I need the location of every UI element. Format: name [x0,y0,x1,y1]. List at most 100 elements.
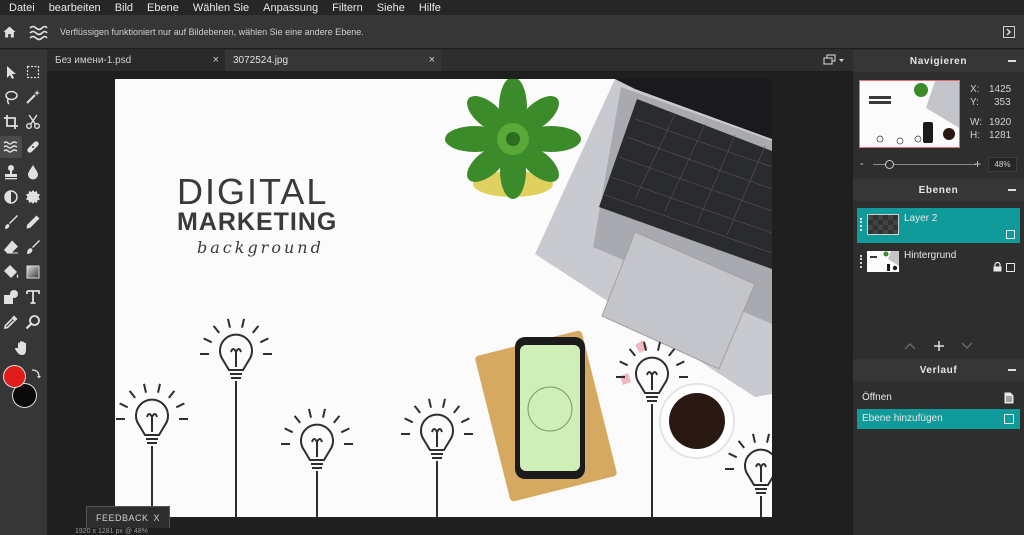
layer-visibility-checkbox[interactable] [1006,263,1015,272]
lock-icon[interactable] [993,262,1002,272]
window-mode-button[interactable] [823,54,844,66]
hand-icon [15,341,26,355]
home-button[interactable] [0,15,18,49]
menu-bild[interactable]: Bild [108,1,140,15]
eraser-icon [4,240,18,254]
menu-datei[interactable]: Datei [0,1,42,15]
history-item-open[interactable]: Öffnen [857,388,1020,408]
minimize-icon[interactable] [1008,60,1016,62]
liquify-tool[interactable] [0,136,22,158]
menu-waehlen-sie[interactable]: Wählen Sie [186,1,256,15]
lasso-tool[interactable] [0,86,22,108]
zoom-slider-thumb[interactable] [884,160,894,169]
move-layer-down-icon[interactable] [961,342,973,350]
history-header[interactable]: Verlauf [853,359,1024,381]
feedback-button[interactable]: FEEDBACK X [86,506,170,528]
collapse-panels-button[interactable] [1003,26,1015,38]
layer-thumbnail [867,251,899,272]
healing-tool[interactable] [22,136,44,158]
drop-icon [28,165,38,180]
color-brush-icon [27,240,40,254]
zoom-input[interactable]: 48% [988,157,1017,172]
light-bulb-doodle [116,383,188,517]
layer-square-icon [1004,414,1014,424]
layers-header[interactable]: Ebenen [853,179,1024,201]
liquify-icon [3,141,18,153]
layers-title: Ebenen [918,184,959,196]
shape-tool[interactable] [0,286,22,308]
minimize-icon[interactable] [1008,369,1016,371]
nav-x-label: X: [970,84,980,95]
menu-ebene[interactable]: Ebene [140,1,186,15]
light-bulb-doodle [200,318,272,517]
menu-hilfe[interactable]: Hilfe [412,1,448,15]
close-tab-icon[interactable]: × [429,54,435,66]
minimize-icon[interactable] [1008,189,1016,191]
magic-wand-tool[interactable] [22,86,44,108]
tab-document-psd[interactable]: Без имени-1.psd × [47,50,225,71]
eyedropper-tool[interactable] [0,311,22,333]
drag-handle-icon[interactable] [860,218,862,231]
light-bulb-doodle [281,408,353,517]
marquee-icon [26,65,40,79]
layer-actions [853,337,1024,355]
pencil-tool[interactable] [22,211,44,233]
layer-row-hintergrund[interactable]: Hintergrund [857,245,1020,280]
gradient-icon [26,265,40,279]
tab-document-jpg[interactable]: 3072524.jpg × [225,50,441,71]
text-icon [26,290,40,304]
foreground-color-swatch[interactable] [3,365,26,388]
options-message: Verflüssigen funktioniert nur auf Bildeb… [60,27,364,37]
clone-stamp-tool[interactable] [0,161,22,183]
swap-colors-icon[interactable] [29,368,41,380]
menu-anpassung[interactable]: Anpassung [256,1,325,15]
nav-h-value: 1281 [989,130,1012,141]
dodge-tool[interactable] [0,186,22,208]
history-item-add-layer[interactable]: Ebene hinzufügen [857,409,1020,429]
nav-h-label: H: [970,130,980,141]
hand-tool[interactable] [11,337,33,359]
navigator-thumbnail[interactable] [859,80,960,148]
menu-bar: Datei bearbeiten Bild Ebene Wählen Sie A… [0,0,1024,15]
navigator-title: Navigieren [909,55,968,67]
sponge-tool[interactable] [22,186,44,208]
add-layer-icon[interactable] [933,340,945,352]
zoom-tool[interactable] [22,311,44,333]
marquee-tool[interactable] [22,61,44,83]
menu-siehe[interactable]: Siehe [370,1,412,15]
replace-color-tool[interactable] [22,236,44,258]
move-tool[interactable] [0,61,22,83]
zoom-out-button[interactable]: - [860,158,864,170]
layer-visibility-checkbox[interactable] [1006,230,1015,239]
brush-tool[interactable] [0,211,22,233]
slice-tool[interactable] [22,111,44,133]
right-panel: Navigieren X: 1425 Y: 353 W: 1920 H: 128… [853,50,1024,535]
drag-handle-icon[interactable] [860,255,862,268]
crop-tool[interactable] [0,111,22,133]
layer-name: Hintergrund [904,250,957,261]
sponge-icon [26,190,40,204]
zoom-in-button[interactable]: + [974,157,981,171]
close-tab-icon[interactable]: × [213,54,219,66]
layer-row-layer-2[interactable]: Layer 2 [857,208,1020,243]
move-layer-up-icon[interactable] [904,342,916,350]
menu-bearbeiten[interactable]: bearbeiten [42,1,108,15]
feedback-close[interactable]: X [153,513,160,523]
document-icon [1004,392,1014,404]
nav-w-value: 1920 [989,117,1012,128]
light-bulb-doodle [725,433,772,517]
menu-filtern[interactable]: Filtern [325,1,370,15]
stamp-icon [5,165,17,180]
navigator-header[interactable]: Navigieren [853,50,1024,72]
canvas-area[interactable]: DIGITAL MARKETING background [47,71,853,535]
document-canvas[interactable]: DIGITAL MARKETING background [115,79,772,517]
paint-bucket-tool[interactable] [0,261,22,283]
gradient-tool[interactable] [22,261,44,283]
eraser-tool[interactable] [0,236,22,258]
collapse-icon [1006,28,1011,36]
liquify-icon [27,23,49,41]
eyedropper-icon [3,315,18,330]
home-icon [3,26,15,38]
text-tool[interactable] [22,286,44,308]
blur-tool[interactable] [22,161,44,183]
